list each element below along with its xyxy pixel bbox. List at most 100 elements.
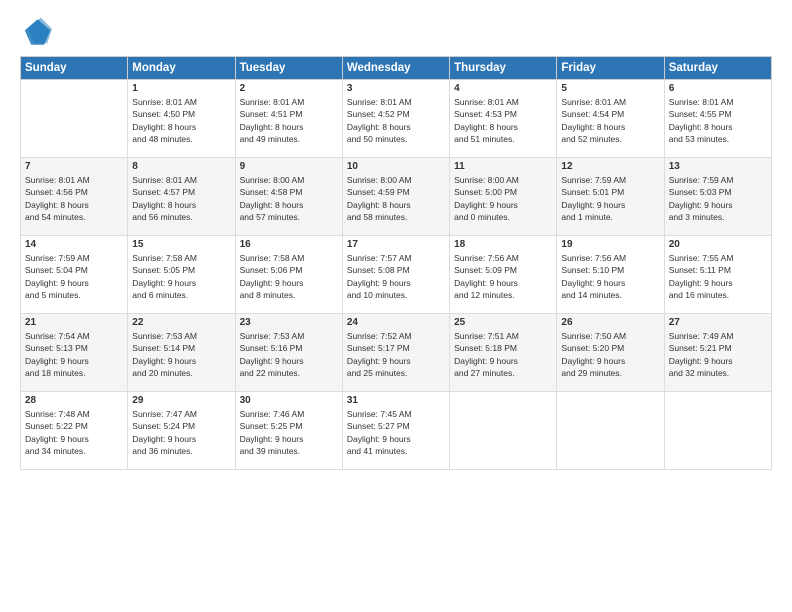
logo-icon bbox=[20, 16, 52, 48]
day-cell bbox=[21, 80, 128, 158]
day-number: 29 bbox=[132, 395, 230, 406]
day-cell: 5Sunrise: 8:01 AM Sunset: 4:54 PM Daylig… bbox=[557, 80, 664, 158]
day-info: Sunrise: 8:00 AM Sunset: 4:59 PM Dayligh… bbox=[347, 174, 445, 223]
day-cell: 12 Sunrise: 7:59 AM Sunset: 5:01 PM Dayli… bbox=[557, 158, 664, 236]
day-cell: 21 Sunrise: 7:54 AM Sunset: 5:13 PM Dayli… bbox=[21, 314, 128, 392]
day-cell bbox=[450, 392, 557, 470]
day-number: 15 bbox=[132, 239, 230, 250]
day-number: 24 bbox=[347, 317, 445, 328]
day-info: Sunrise: 8:00 AM Sunset: 4:58 PM Dayligh… bbox=[240, 174, 338, 223]
day-number: 16 bbox=[240, 239, 338, 250]
day-cell: 1Sunrise: 8:01 AM Sunset: 4:50 PM Daylig… bbox=[128, 80, 235, 158]
day-info: Sunrise: 7:56 AM Sunset: 5:10 PM Dayligh… bbox=[561, 252, 659, 301]
week-row-1: 1Sunrise: 8:01 AM Sunset: 4:50 PM Daylig… bbox=[21, 80, 772, 158]
day-number: 2 bbox=[240, 83, 338, 94]
day-number: 17 bbox=[347, 239, 445, 250]
day-number: 27 bbox=[669, 317, 767, 328]
day-info: Sunrise: 8:01 AM Sunset: 4:57 PM Dayligh… bbox=[132, 174, 230, 223]
day-number: 10 bbox=[347, 161, 445, 172]
day-number: 8 bbox=[132, 161, 230, 172]
day-cell: 26 Sunrise: 7:50 AM Sunset: 5:20 PM Dayli… bbox=[557, 314, 664, 392]
day-cell: 7 Sunrise: 8:01 AM Sunset: 4:56 PM Daylig… bbox=[21, 158, 128, 236]
day-number: 21 bbox=[25, 317, 123, 328]
day-cell: 2Sunrise: 8:01 AM Sunset: 4:51 PM Daylig… bbox=[235, 80, 342, 158]
day-cell: 24 Sunrise: 7:52 AM Sunset: 5:17 PM Dayli… bbox=[342, 314, 449, 392]
day-info: Sunrise: 7:46 AM Sunset: 5:25 PM Dayligh… bbox=[240, 408, 338, 457]
day-info: Sunrise: 7:49 AM Sunset: 5:21 PM Dayligh… bbox=[669, 330, 767, 379]
day-number: 30 bbox=[240, 395, 338, 406]
col-header-friday: Friday bbox=[557, 57, 664, 80]
day-cell: 27 Sunrise: 7:49 AM Sunset: 5:21 PM Dayli… bbox=[664, 314, 771, 392]
day-info: Sunrise: 7:59 AM Sunset: 5:01 PM Dayligh… bbox=[561, 174, 659, 223]
calendar-table: SundayMondayTuesdayWednesdayThursdayFrid… bbox=[20, 56, 772, 470]
col-header-tuesday: Tuesday bbox=[235, 57, 342, 80]
day-number: 5 bbox=[561, 83, 659, 94]
day-number: 9 bbox=[240, 161, 338, 172]
header-row: SundayMondayTuesdayWednesdayThursdayFrid… bbox=[21, 57, 772, 80]
day-info: Sunrise: 7:45 AM Sunset: 5:27 PM Dayligh… bbox=[347, 408, 445, 457]
day-info: Sunrise: 8:01 AM Sunset: 4:50 PM Dayligh… bbox=[132, 96, 230, 145]
day-info: Sunrise: 7:53 AM Sunset: 5:14 PM Dayligh… bbox=[132, 330, 230, 379]
day-cell: 14Sunrise: 7:59 AM Sunset: 5:04 PM Dayli… bbox=[21, 236, 128, 314]
day-cell: 22Sunrise: 7:53 AM Sunset: 5:14 PM Dayli… bbox=[128, 314, 235, 392]
day-cell: 8 Sunrise: 8:01 AM Sunset: 4:57 PM Daylig… bbox=[128, 158, 235, 236]
day-info: Sunrise: 7:47 AM Sunset: 5:24 PM Dayligh… bbox=[132, 408, 230, 457]
day-cell: 16 Sunrise: 7:58 AM Sunset: 5:06 PM Dayli… bbox=[235, 236, 342, 314]
col-header-monday: Monday bbox=[128, 57, 235, 80]
day-number: 20 bbox=[669, 239, 767, 250]
day-cell: 18 Sunrise: 7:56 AM Sunset: 5:09 PM Dayli… bbox=[450, 236, 557, 314]
day-cell: 29 Sunrise: 7:47 AM Sunset: 5:24 PM Dayli… bbox=[128, 392, 235, 470]
day-info: Sunrise: 7:58 AM Sunset: 5:06 PM Dayligh… bbox=[240, 252, 338, 301]
day-cell: 4 Sunrise: 8:01 AM Sunset: 4:53 PM Daylig… bbox=[450, 80, 557, 158]
day-info: Sunrise: 7:52 AM Sunset: 5:17 PM Dayligh… bbox=[347, 330, 445, 379]
day-number: 19 bbox=[561, 239, 659, 250]
day-number: 18 bbox=[454, 239, 552, 250]
day-number: 25 bbox=[454, 317, 552, 328]
day-cell: 23 Sunrise: 7:53 AM Sunset: 5:16 PM Dayli… bbox=[235, 314, 342, 392]
day-number: 23 bbox=[240, 317, 338, 328]
day-info: Sunrise: 7:57 AM Sunset: 5:08 PM Dayligh… bbox=[347, 252, 445, 301]
day-info: Sunrise: 8:01 AM Sunset: 4:53 PM Dayligh… bbox=[454, 96, 552, 145]
day-info: Sunrise: 7:50 AM Sunset: 5:20 PM Dayligh… bbox=[561, 330, 659, 379]
logo bbox=[20, 16, 56, 48]
day-cell: 10 Sunrise: 8:00 AM Sunset: 4:59 PM Dayli… bbox=[342, 158, 449, 236]
day-info: Sunrise: 7:54 AM Sunset: 5:13 PM Dayligh… bbox=[25, 330, 123, 379]
day-cell: 19 Sunrise: 7:56 AM Sunset: 5:10 PM Dayli… bbox=[557, 236, 664, 314]
day-info: Sunrise: 8:01 AM Sunset: 4:52 PM Dayligh… bbox=[347, 96, 445, 145]
day-info: Sunrise: 8:01 AM Sunset: 4:55 PM Dayligh… bbox=[669, 96, 767, 145]
day-number: 12 bbox=[561, 161, 659, 172]
col-header-thursday: Thursday bbox=[450, 57, 557, 80]
day-number: 31 bbox=[347, 395, 445, 406]
day-info: Sunrise: 7:55 AM Sunset: 5:11 PM Dayligh… bbox=[669, 252, 767, 301]
day-info: Sunrise: 7:56 AM Sunset: 5:09 PM Dayligh… bbox=[454, 252, 552, 301]
day-cell: 9 Sunrise: 8:00 AM Sunset: 4:58 PM Daylig… bbox=[235, 158, 342, 236]
day-cell bbox=[664, 392, 771, 470]
day-cell: 25 Sunrise: 7:51 AM Sunset: 5:18 PM Dayli… bbox=[450, 314, 557, 392]
day-number: 4 bbox=[454, 83, 552, 94]
col-header-sunday: Sunday bbox=[21, 57, 128, 80]
day-number: 26 bbox=[561, 317, 659, 328]
week-row-5: 28 Sunrise: 7:48 AM Sunset: 5:22 PM Dayli… bbox=[21, 392, 772, 470]
col-header-wednesday: Wednesday bbox=[342, 57, 449, 80]
day-number: 13 bbox=[669, 161, 767, 172]
day-info: Sunrise: 8:00 AM Sunset: 5:00 PM Dayligh… bbox=[454, 174, 552, 223]
day-cell: 15Sunrise: 7:58 AM Sunset: 5:05 PM Dayli… bbox=[128, 236, 235, 314]
day-number: 6 bbox=[669, 83, 767, 94]
week-row-3: 14Sunrise: 7:59 AM Sunset: 5:04 PM Dayli… bbox=[21, 236, 772, 314]
week-row-2: 7 Sunrise: 8:01 AM Sunset: 4:56 PM Daylig… bbox=[21, 158, 772, 236]
day-info: Sunrise: 7:51 AM Sunset: 5:18 PM Dayligh… bbox=[454, 330, 552, 379]
header bbox=[20, 16, 772, 48]
day-cell: 13 Sunrise: 7:59 AM Sunset: 5:03 PM Dayli… bbox=[664, 158, 771, 236]
day-number: 7 bbox=[25, 161, 123, 172]
day-cell: 30 Sunrise: 7:46 AM Sunset: 5:25 PM Dayli… bbox=[235, 392, 342, 470]
day-number: 28 bbox=[25, 395, 123, 406]
day-cell: 20 Sunrise: 7:55 AM Sunset: 5:11 PM Dayli… bbox=[664, 236, 771, 314]
day-info: Sunrise: 8:01 AM Sunset: 4:56 PM Dayligh… bbox=[25, 174, 123, 223]
day-info: Sunrise: 7:48 AM Sunset: 5:22 PM Dayligh… bbox=[25, 408, 123, 457]
day-info: Sunrise: 7:59 AM Sunset: 5:03 PM Dayligh… bbox=[669, 174, 767, 223]
day-cell bbox=[557, 392, 664, 470]
day-info: Sunrise: 7:53 AM Sunset: 5:16 PM Dayligh… bbox=[240, 330, 338, 379]
page: SundayMondayTuesdayWednesdayThursdayFrid… bbox=[0, 0, 792, 612]
day-cell: 28 Sunrise: 7:48 AM Sunset: 5:22 PM Dayli… bbox=[21, 392, 128, 470]
day-number: 11 bbox=[454, 161, 552, 172]
